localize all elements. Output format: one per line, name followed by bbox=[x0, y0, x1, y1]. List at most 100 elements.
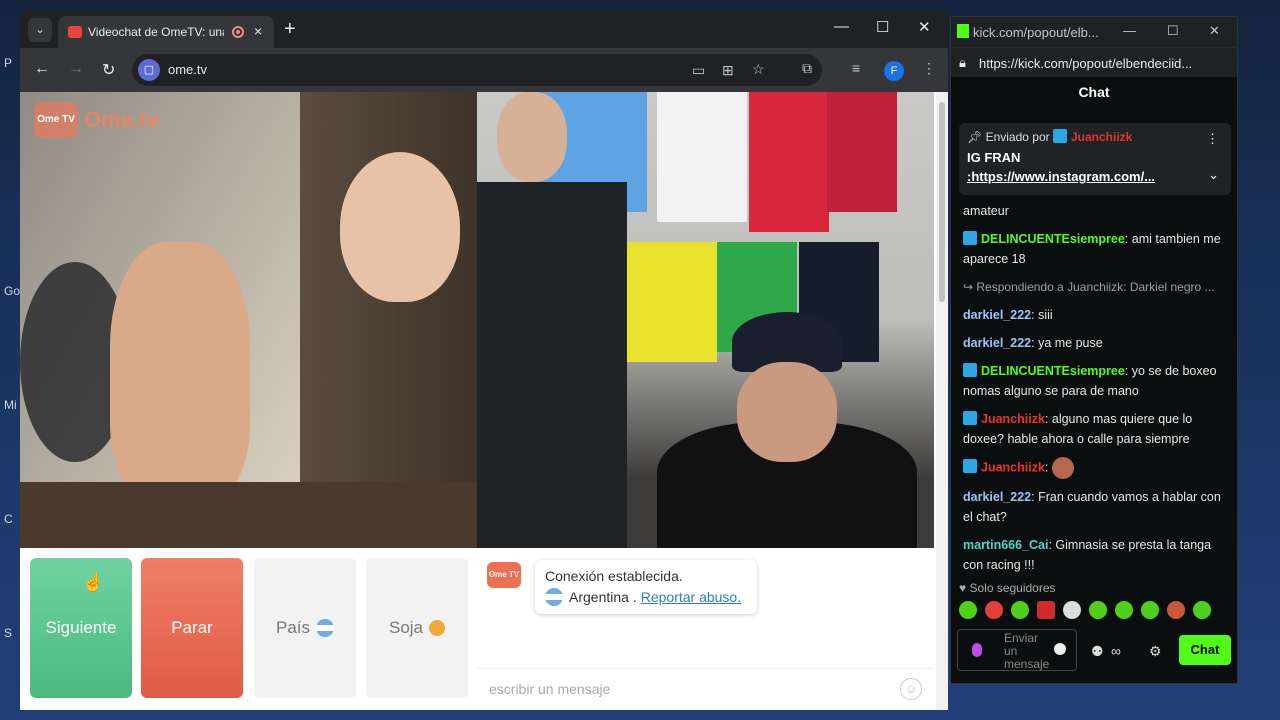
followers-only-text: Solo seguidores bbox=[969, 581, 1056, 595]
ometv-favicon-icon bbox=[68, 26, 82, 38]
profile-avatar[interactable]: F bbox=[884, 61, 904, 81]
mod-badge-icon bbox=[963, 411, 977, 425]
browser-window: ⌄ Videochat de OmeTV: una a × + — ☐ ✕ ← … bbox=[20, 10, 948, 710]
emote-button[interactable] bbox=[1167, 601, 1185, 619]
close-window-button[interactable]: ✕ bbox=[1209, 23, 1220, 39]
jersey-shape bbox=[627, 242, 717, 362]
translate-icon[interactable]: ⊞ bbox=[722, 62, 734, 79]
address-bar[interactable]: ▢ ome.tv ▭ ⊞ ☆ bbox=[132, 54, 822, 86]
bookmark-star-icon[interactable]: ☆ bbox=[752, 61, 765, 78]
chat-username[interactable]: Juanchiizk bbox=[981, 412, 1045, 426]
back-arrow-icon[interactable]: ← bbox=[34, 60, 50, 78]
infinity-icon[interactable]: ∞ bbox=[1111, 643, 1121, 659]
report-abuse-link[interactable]: Reportar abuso. bbox=[641, 589, 741, 605]
argentina-flag-icon bbox=[316, 619, 335, 637]
jersey-shape bbox=[827, 92, 897, 212]
person-standing-shape bbox=[477, 182, 627, 548]
emote-button[interactable] bbox=[985, 601, 1003, 619]
chevron-down-icon[interactable]: ⌄ bbox=[1208, 167, 1219, 183]
emote-button[interactable] bbox=[1037, 601, 1055, 619]
desktop-label: Go bbox=[4, 284, 21, 298]
jersey-shape bbox=[657, 92, 747, 222]
page-content: Ome TV Ome.tv Siguiente Parar País Soja … bbox=[20, 92, 948, 710]
minimize-button[interactable]: — bbox=[834, 18, 849, 35]
pinned-menu-icon[interactable]: ⋮ bbox=[1206, 131, 1219, 147]
chat-username[interactable]: darkiel_222 bbox=[963, 336, 1031, 350]
media-control-icon[interactable]: ≡ bbox=[852, 60, 860, 76]
message-input[interactable]: escribir un mensaje ☺ bbox=[477, 668, 934, 710]
face-shape bbox=[340, 152, 460, 302]
chat-username[interactable]: Juanchiizk bbox=[981, 460, 1045, 474]
forward-arrow-icon[interactable]: → bbox=[68, 60, 84, 78]
chat-message: DELINCUENTEsiempree: ami tambien me apar… bbox=[963, 231, 1221, 266]
recording-icon bbox=[232, 26, 244, 38]
emoji-icon[interactable] bbox=[1054, 643, 1066, 655]
compose-placeholder: Enviar un mensaje bbox=[1004, 631, 1050, 671]
chat-username[interactable]: DELINCUENTEsiempree bbox=[981, 232, 1125, 246]
reload-icon[interactable]: ↻ bbox=[102, 60, 115, 80]
chat-message: Juanchiizk: bbox=[963, 457, 1229, 479]
chat-message: darkiel_222: ya me puse bbox=[963, 336, 1103, 350]
tab-title: Videochat de OmeTV: una a bbox=[88, 25, 224, 39]
emote-button[interactable] bbox=[1141, 601, 1159, 619]
emote-button[interactable] bbox=[1063, 601, 1081, 619]
country-button[interactable]: País bbox=[254, 558, 356, 698]
chat-username[interactable]: martin666_Cai bbox=[963, 538, 1048, 552]
next-button[interactable]: Siguiente bbox=[30, 558, 132, 698]
followers-only-notice: ♥ Solo seguidores bbox=[959, 581, 1056, 595]
site-info-icon[interactable]: ▢ bbox=[138, 59, 160, 81]
pinned-link[interactable]: :https://www.instagram.com/... bbox=[967, 169, 1223, 184]
mod-badge-icon bbox=[963, 231, 977, 245]
chat-message: Juanchiizk: alguno mas quiere que lo dox… bbox=[963, 411, 1193, 446]
scroll-thumb[interactable] bbox=[939, 102, 945, 302]
microphone-icon[interactable] bbox=[972, 643, 982, 657]
new-tab-button[interactable]: + bbox=[284, 18, 296, 40]
emote-button[interactable] bbox=[1115, 601, 1133, 619]
pinned-message[interactable]: 📌︎ Enviado por Juanchiizk IG FRAN :https… bbox=[959, 123, 1231, 195]
extensions-icon[interactable]: ⧉ bbox=[802, 60, 812, 77]
emote-button[interactable] bbox=[1193, 601, 1211, 619]
chat-compose-input[interactable]: Enviar un mensaje bbox=[957, 629, 1077, 671]
maximize-button[interactable]: ☐ bbox=[1167, 23, 1179, 39]
desktop-label: P bbox=[4, 56, 13, 70]
self-video bbox=[477, 92, 934, 548]
minimize-button[interactable]: — bbox=[1123, 23, 1136, 38]
send-chat-button[interactable]: Chat bbox=[1179, 635, 1231, 665]
settings-gear-icon[interactable]: ⚙ bbox=[1149, 643, 1162, 660]
cast-icon[interactable]: ▭ bbox=[692, 62, 705, 79]
gender-button[interactable]: Soja bbox=[366, 558, 468, 698]
emote-button[interactable] bbox=[1089, 601, 1107, 619]
maximize-button[interactable]: ☐ bbox=[876, 18, 889, 36]
face-shape bbox=[737, 362, 837, 462]
kick-window-title: kick.com/popout/elb... bbox=[973, 25, 1099, 40]
lock-icon: 🔒︎ bbox=[959, 55, 966, 70]
emote-button[interactable] bbox=[959, 601, 977, 619]
gender-button-label: Soja bbox=[388, 618, 424, 637]
tab-close-icon[interactable]: × bbox=[254, 23, 262, 39]
chat-username[interactable]: darkiel_222 bbox=[963, 308, 1031, 322]
mod-badge-icon bbox=[963, 459, 977, 474]
kick-url-text: https://kick.com/popout/elbendeciid... bbox=[979, 56, 1193, 71]
hand-cursor-icon: ☝ bbox=[82, 572, 105, 592]
chat-username[interactable]: darkiel_222 bbox=[963, 490, 1031, 504]
connection-status: Conexión establecida. bbox=[545, 568, 683, 584]
community-icon[interactable]: ⚉ bbox=[1091, 643, 1104, 660]
kick-address-bar[interactable]: 🔒︎ https://kick.com/popout/elbendeciid..… bbox=[951, 47, 1237, 77]
message-text: ya me puse bbox=[1038, 336, 1103, 350]
close-window-button[interactable]: ✕ bbox=[918, 18, 931, 36]
chat-message-list: amateur DELINCUENTEsiempree: ami tambien… bbox=[963, 201, 1229, 583]
chat-message: DELINCUENTEsiempree: yo se de boxeo noma… bbox=[963, 363, 1217, 398]
desktop-label: S bbox=[4, 626, 13, 640]
emoji-icon[interactable]: ☺ bbox=[900, 678, 922, 700]
page-scrollbar[interactable] bbox=[936, 92, 948, 710]
tab-ometv[interactable]: Videochat de OmeTV: una a × bbox=[58, 16, 274, 48]
chat-message: amateur bbox=[963, 201, 1229, 221]
menu-dots-icon[interactable]: ⋮ bbox=[922, 60, 936, 77]
stop-button[interactable]: Parar bbox=[141, 558, 243, 698]
chat-username[interactable]: DELINCUENTEsiempree bbox=[981, 364, 1125, 378]
browser-toolbar: ← → ↻ ▢ ome.tv ▭ ⊞ ☆ ⧉ ≡ F ⋮ bbox=[20, 48, 948, 92]
chat-message: darkiel_222: Fran cuando vamos a hablar … bbox=[963, 490, 1221, 524]
emote-button[interactable] bbox=[1011, 601, 1029, 619]
tab-search-button[interactable]: ⌄ bbox=[28, 18, 52, 42]
partner-video: Ome TV Ome.tv bbox=[20, 92, 477, 548]
